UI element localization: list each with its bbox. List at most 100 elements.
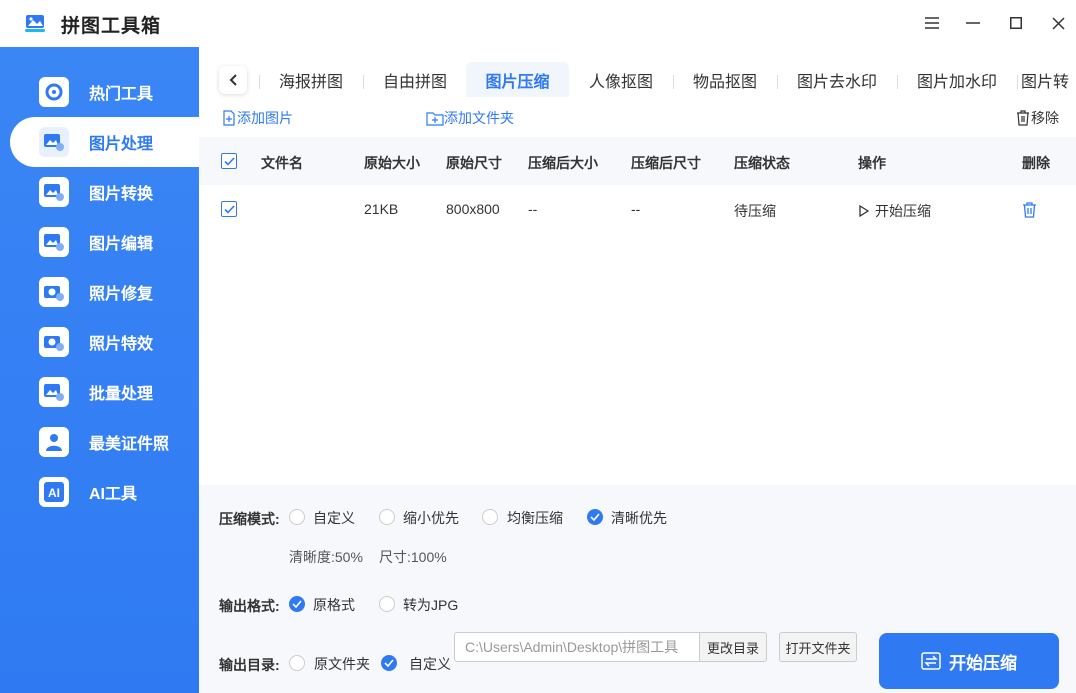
sidebar-item-image-convert[interactable]: 图片转换 [10, 167, 199, 217]
sidebar-item-label: AI工具 [89, 486, 138, 503]
sidebar-item-image-processing[interactable]: 图片处理 [10, 117, 199, 167]
options-panel: 压缩模式: 自定义 缩小优先 均衡压缩 清晰优先 清晰度:50% 尺寸:100%… [199, 485, 1076, 693]
sidebar-item-hot-tools[interactable]: 热门工具 [10, 67, 199, 117]
mode-size-first-radio[interactable] [379, 509, 395, 525]
person-icon [39, 427, 69, 457]
format-original-radio[interactable] [289, 596, 305, 612]
tab-remove-watermark[interactable]: 图片去水印 [779, 62, 895, 97]
row-original-size: 21KB [364, 201, 399, 217]
tab-divider [897, 75, 898, 89]
sidebar-item-label: 照片特效 [89, 336, 154, 353]
output-dir-label: 输出目录: [219, 657, 280, 673]
row-original-dimensions: 800x800 [446, 201, 500, 217]
format-jpg-radio[interactable] [379, 596, 395, 612]
output-format-label: 输出格式: [219, 598, 280, 614]
menu-icon[interactable] [921, 12, 943, 34]
tab-bar: 海报拼图 自由拼图 图片压缩 人像抠图 物品抠图 图片去水印 图片加水印 图片转 [199, 47, 1076, 97]
sidebar-item-batch[interactable]: 批量处理 [10, 367, 199, 417]
select-all-checkbox[interactable] [221, 153, 237, 169]
remove-button[interactable]: 移除 [1015, 107, 1059, 129]
mode-clarity-first-label: 清晰优先 [611, 510, 667, 526]
tab-image-compress[interactable]: 图片压缩 [466, 62, 569, 97]
col-original-size: 原始大小 [364, 155, 420, 171]
mode-balanced-radio[interactable] [482, 509, 498, 525]
col-action: 操作 [858, 155, 886, 171]
table-row: 21KB 800x800 -- -- 待压缩 开始压缩 [199, 185, 1076, 233]
add-image-label: 添加图片 [237, 110, 293, 126]
open-folder-button[interactable]: 打开文件夹 [779, 632, 857, 662]
add-folder-icon [426, 112, 444, 126]
add-folder-label: 添加文件夹 [444, 110, 514, 126]
tab-object-cutout[interactable]: 物品抠图 [675, 62, 775, 97]
sidebar-item-photo-effects[interactable]: 照片特效 [10, 317, 199, 367]
dir-original-radio[interactable] [289, 655, 305, 671]
compress-mode-label: 压缩模式: [219, 511, 280, 527]
row-delete-icon[interactable] [1022, 202, 1037, 221]
start-compress-button[interactable]: 开始压缩 [879, 633, 1059, 689]
change-dir-button[interactable]: 更改目录 [700, 632, 767, 662]
mode-custom-label: 自定义 [313, 510, 355, 526]
mode-clarity-first-radio[interactable] [587, 509, 603, 525]
minimize-icon[interactable] [962, 12, 984, 34]
sidebar-item-label: 最美证件照 [89, 436, 170, 453]
image-edit-icon [39, 227, 69, 257]
maximize-icon[interactable] [1005, 12, 1027, 34]
clarity-value: 清晰度:50% [289, 549, 363, 565]
sidebar-item-label: 图片编辑 [89, 236, 154, 253]
dir-custom-label: 自定义 [409, 656, 451, 672]
batch-icon [39, 377, 69, 407]
mode-size-first-label: 缩小优先 [403, 510, 459, 526]
col-compressed-size: 压缩后大小 [528, 155, 598, 171]
tools-icon [39, 77, 69, 107]
format-original-label: 原格式 [313, 597, 355, 613]
col-filename: 文件名 [261, 155, 303, 171]
tab-divider [363, 75, 364, 89]
sidebar-item-label: 图片处理 [89, 136, 154, 153]
tab-poster-collage[interactable]: 海报拼图 [261, 62, 361, 97]
row-start-compress-button[interactable]: 开始压缩 [859, 201, 931, 221]
format-jpg-label: 转为JPG [403, 597, 459, 613]
sidebar-item-ai-tools[interactable]: AI AI工具 [10, 467, 199, 517]
chevron-left-icon[interactable] [219, 66, 247, 94]
col-delete: 删除 [1022, 155, 1050, 171]
tab-divider [673, 75, 674, 89]
svg-text:AI: AI [48, 486, 60, 500]
sidebar-item-label: 批量处理 [89, 386, 154, 403]
app-logo-icon [24, 12, 46, 34]
row-status: 待压缩 [734, 203, 776, 219]
mode-custom-radio[interactable] [289, 509, 305, 525]
sidebar-item-label: 热门工具 [89, 86, 154, 103]
dir-custom-radio[interactable] [381, 655, 397, 671]
tab-image-convert[interactable]: 图片转 [1021, 62, 1076, 97]
sidebar-item-photo-repair[interactable]: 照片修复 [10, 267, 199, 317]
tab-divider [259, 75, 260, 89]
tab-divider [1017, 75, 1018, 89]
close-icon[interactable] [1047, 12, 1069, 34]
camera-effects-icon [39, 327, 69, 357]
ai-icon: AI [39, 477, 69, 507]
remove-label: 移除 [1031, 110, 1059, 126]
image-icon [39, 127, 69, 157]
title-bar: 拼图工具箱 [0, 0, 1076, 47]
sidebar-item-image-edit[interactable]: 图片编辑 [10, 217, 199, 267]
add-folder-button[interactable]: 添加文件夹 [426, 107, 514, 129]
start-compress-label: 开始压缩 [949, 653, 1017, 673]
sidebar-item-id-photo[interactable]: 最美证件照 [10, 417, 199, 467]
row-compressed-dimensions: -- [631, 201, 641, 217]
col-original-dimensions: 原始尺寸 [446, 155, 502, 171]
sidebar: 热门工具 图片处理 图片转换 图片编辑 照片修复 照片特效 批量处理 最美证件照… [0, 47, 199, 693]
tab-free-collage[interactable]: 自由拼图 [365, 62, 465, 97]
add-image-button[interactable]: 添加图片 [221, 107, 293, 129]
tab-portrait-cutout[interactable]: 人像抠图 [571, 62, 671, 97]
add-file-icon [223, 110, 235, 126]
tab-add-watermark[interactable]: 图片加水印 [899, 62, 1015, 97]
col-compressed-dimensions: 压缩后尺寸 [631, 155, 701, 171]
row-compressed-size: -- [528, 201, 538, 217]
tab-divider [777, 75, 778, 89]
output-path-input[interactable]: C:\Users\Admin\Desktop\拼图工具 [454, 632, 700, 662]
row-checkbox[interactable] [221, 201, 237, 217]
play-icon [859, 205, 869, 217]
size-value: 尺寸:100% [379, 549, 447, 565]
image-convert-icon [39, 177, 69, 207]
row-action-label: 开始压缩 [875, 203, 931, 219]
